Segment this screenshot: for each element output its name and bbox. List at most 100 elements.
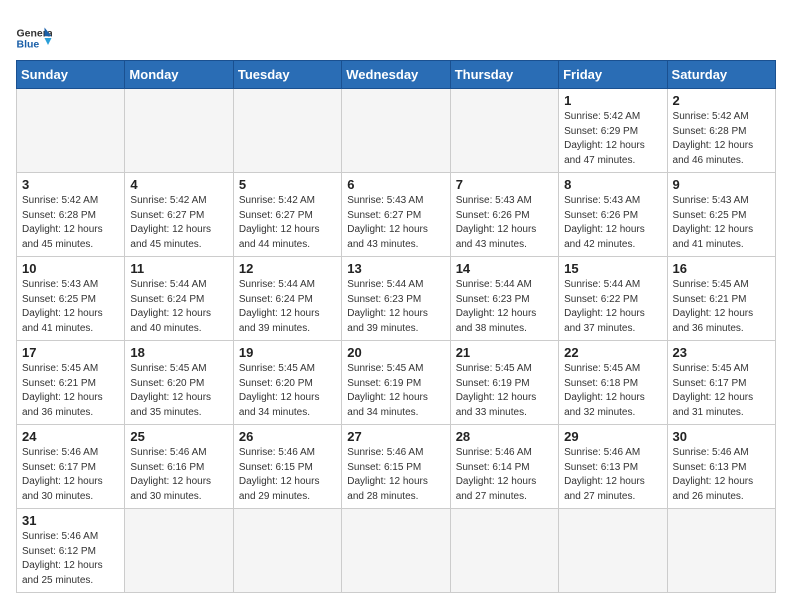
day-number: 14 [456, 261, 553, 276]
calendar-cell: 17 Sunrise: 5:45 AM Sunset: 6:21 PM Dayli… [17, 341, 125, 425]
day-number: 7 [456, 177, 553, 192]
calendar-cell [233, 509, 341, 593]
day-info: Sunrise: 5:46 AM Sunset: 6:16 PM Dayligh… [130, 446, 227, 504]
day-info: Sunrise: 5:46 AM Sunset: 6:14 PM Dayligh… [456, 446, 553, 504]
calendar-week-row: 10 Sunrise: 5:43 AM Sunset: 6:25 PM Dayli… [17, 257, 776, 341]
day-info: Sunrise: 5:42 AM Sunset: 6:28 PM Dayligh… [22, 194, 119, 252]
calendar-cell: 6 Sunrise: 5:43 AM Sunset: 6:27 PM Daylig… [342, 173, 450, 257]
day-number: 10 [22, 261, 119, 276]
day-info: Sunrise: 5:46 AM Sunset: 6:12 PM Dayligh… [22, 530, 119, 588]
calendar-cell [342, 89, 450, 173]
day-info: Sunrise: 5:45 AM Sunset: 6:20 PM Dayligh… [130, 362, 227, 420]
calendar-cell: 10 Sunrise: 5:43 AM Sunset: 6:25 PM Dayli… [17, 257, 125, 341]
day-info: Sunrise: 5:45 AM Sunset: 6:19 PM Dayligh… [347, 362, 444, 420]
weekday-header-monday: Monday [125, 61, 233, 89]
calendar-cell: 20 Sunrise: 5:45 AM Sunset: 6:19 PM Dayli… [342, 341, 450, 425]
day-info: Sunrise: 5:45 AM Sunset: 6:19 PM Dayligh… [456, 362, 553, 420]
calendar-cell [450, 509, 558, 593]
day-info: Sunrise: 5:44 AM Sunset: 6:22 PM Dayligh… [564, 278, 661, 336]
weekday-header-friday: Friday [559, 61, 667, 89]
calendar-cell [667, 509, 775, 593]
calendar-cell: 27 Sunrise: 5:46 AM Sunset: 6:15 PM Dayli… [342, 425, 450, 509]
day-number: 22 [564, 345, 661, 360]
calendar-week-row: 17 Sunrise: 5:45 AM Sunset: 6:21 PM Dayli… [17, 341, 776, 425]
day-info: Sunrise: 5:46 AM Sunset: 6:15 PM Dayligh… [347, 446, 444, 504]
day-info: Sunrise: 5:43 AM Sunset: 6:26 PM Dayligh… [456, 194, 553, 252]
day-number: 4 [130, 177, 227, 192]
day-info: Sunrise: 5:44 AM Sunset: 6:23 PM Dayligh… [456, 278, 553, 336]
day-number: 30 [673, 429, 770, 444]
day-info: Sunrise: 5:44 AM Sunset: 6:24 PM Dayligh… [239, 278, 336, 336]
day-number: 11 [130, 261, 227, 276]
weekday-header-tuesday: Tuesday [233, 61, 341, 89]
calendar-week-row: 1 Sunrise: 5:42 AM Sunset: 6:29 PM Daylig… [17, 89, 776, 173]
calendar-cell: 21Sunrise: 5:45 AM Sunset: 6:19 PM Dayli… [450, 341, 558, 425]
day-info: Sunrise: 5:46 AM Sunset: 6:13 PM Dayligh… [564, 446, 661, 504]
calendar-cell: 25 Sunrise: 5:46 AM Sunset: 6:16 PM Dayli… [125, 425, 233, 509]
day-number: 25 [130, 429, 227, 444]
day-number: 2 [673, 93, 770, 108]
calendar-cell: 2Sunrise: 5:42 AM Sunset: 6:28 PM Daylig… [667, 89, 775, 173]
day-number: 17 [22, 345, 119, 360]
day-info: Sunrise: 5:43 AM Sunset: 6:27 PM Dayligh… [347, 194, 444, 252]
calendar-cell [125, 509, 233, 593]
calendar-cell: 14 Sunrise: 5:44 AM Sunset: 6:23 PM Dayli… [450, 257, 558, 341]
day-info: Sunrise: 5:43 AM Sunset: 6:25 PM Dayligh… [22, 278, 119, 336]
calendar-cell [559, 509, 667, 593]
weekday-header-row: SundayMondayTuesdayWednesdayThursdayFrid… [17, 61, 776, 89]
calendar-cell: 12 Sunrise: 5:44 AM Sunset: 6:24 PM Dayli… [233, 257, 341, 341]
day-info: Sunrise: 5:43 AM Sunset: 6:25 PM Dayligh… [673, 194, 770, 252]
weekday-header-wednesday: Wednesday [342, 61, 450, 89]
calendar-cell [342, 509, 450, 593]
day-info: Sunrise: 5:45 AM Sunset: 6:21 PM Dayligh… [673, 278, 770, 336]
day-info: Sunrise: 5:43 AM Sunset: 6:26 PM Dayligh… [564, 194, 661, 252]
day-info: Sunrise: 5:46 AM Sunset: 6:17 PM Dayligh… [22, 446, 119, 504]
day-number: 9 [673, 177, 770, 192]
day-number: 23 [673, 345, 770, 360]
day-info: Sunrise: 5:42 AM Sunset: 6:27 PM Dayligh… [239, 194, 336, 252]
calendar-cell: 7 Sunrise: 5:43 AM Sunset: 6:26 PM Daylig… [450, 173, 558, 257]
calendar-cell: 11Sunrise: 5:44 AM Sunset: 6:24 PM Dayli… [125, 257, 233, 341]
day-number: 28 [456, 429, 553, 444]
calendar-cell: 15 Sunrise: 5:44 AM Sunset: 6:22 PM Dayli… [559, 257, 667, 341]
calendar-cell: 31Sunrise: 5:46 AM Sunset: 6:12 PM Dayli… [17, 509, 125, 593]
calendar-cell: 18Sunrise: 5:45 AM Sunset: 6:20 PM Dayli… [125, 341, 233, 425]
day-info: Sunrise: 5:45 AM Sunset: 6:18 PM Dayligh… [564, 362, 661, 420]
calendar-cell: 29Sunrise: 5:46 AM Sunset: 6:13 PM Dayli… [559, 425, 667, 509]
day-number: 6 [347, 177, 444, 192]
calendar-cell: 1 Sunrise: 5:42 AM Sunset: 6:29 PM Daylig… [559, 89, 667, 173]
calendar-cell: 4 Sunrise: 5:42 AM Sunset: 6:27 PM Daylig… [125, 173, 233, 257]
day-number: 12 [239, 261, 336, 276]
day-number: 5 [239, 177, 336, 192]
calendar-cell: 8Sunrise: 5:43 AM Sunset: 6:26 PM Daylig… [559, 173, 667, 257]
calendar-cell: 19Sunrise: 5:45 AM Sunset: 6:20 PM Dayli… [233, 341, 341, 425]
day-info: Sunrise: 5:42 AM Sunset: 6:29 PM Dayligh… [564, 110, 661, 168]
day-number: 1 [564, 93, 661, 108]
calendar-cell [125, 89, 233, 173]
calendar-cell [450, 89, 558, 173]
day-number: 15 [564, 261, 661, 276]
day-number: 20 [347, 345, 444, 360]
calendar-table: SundayMondayTuesdayWednesdayThursdayFrid… [16, 60, 776, 593]
day-number: 3 [22, 177, 119, 192]
calendar-cell: 26Sunrise: 5:46 AM Sunset: 6:15 PM Dayli… [233, 425, 341, 509]
calendar-cell: 13 Sunrise: 5:44 AM Sunset: 6:23 PM Dayli… [342, 257, 450, 341]
logo-icon: General Blue [16, 24, 52, 52]
calendar-cell: 30 Sunrise: 5:46 AM Sunset: 6:13 PM Dayli… [667, 425, 775, 509]
day-number: 24 [22, 429, 119, 444]
logo: General Blue [16, 24, 52, 52]
day-number: 13 [347, 261, 444, 276]
calendar-cell: 23 Sunrise: 5:45 AM Sunset: 6:17 PM Dayli… [667, 341, 775, 425]
day-info: Sunrise: 5:42 AM Sunset: 6:27 PM Dayligh… [130, 194, 227, 252]
day-info: Sunrise: 5:44 AM Sunset: 6:23 PM Dayligh… [347, 278, 444, 336]
day-number: 27 [347, 429, 444, 444]
day-info: Sunrise: 5:45 AM Sunset: 6:21 PM Dayligh… [22, 362, 119, 420]
calendar-cell: 28 Sunrise: 5:46 AM Sunset: 6:14 PM Dayli… [450, 425, 558, 509]
calendar-cell: 9 Sunrise: 5:43 AM Sunset: 6:25 PM Daylig… [667, 173, 775, 257]
day-info: Sunrise: 5:46 AM Sunset: 6:13 PM Dayligh… [673, 446, 770, 504]
day-info: Sunrise: 5:45 AM Sunset: 6:17 PM Dayligh… [673, 362, 770, 420]
day-info: Sunrise: 5:45 AM Sunset: 6:20 PM Dayligh… [239, 362, 336, 420]
calendar-week-row: 24 Sunrise: 5:46 AM Sunset: 6:17 PM Dayli… [17, 425, 776, 509]
day-info: Sunrise: 5:46 AM Sunset: 6:15 PM Dayligh… [239, 446, 336, 504]
svg-text:Blue: Blue [17, 39, 40, 51]
